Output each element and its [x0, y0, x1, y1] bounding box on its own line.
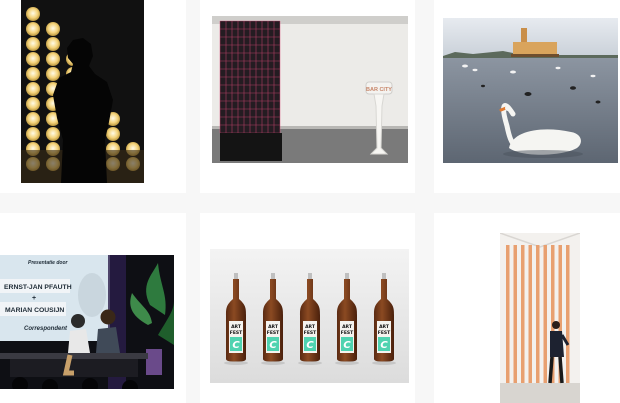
projection-slide: Presentatie door ERNST-JAN PFAUTH + MARI… [0, 255, 110, 341]
svg-text:+: + [32, 295, 36, 302]
post-card-2[interactable]: BAR CITY [200, 0, 415, 193]
post-image-silhouette[interactable] [21, 0, 144, 183]
svg-text:ERNST-JAN PFAUTH: ERNST-JAN PFAUTH [4, 284, 72, 291]
post-image-stage[interactable]: Presentatie door ERNST-JAN PFAUTH + MARI… [0, 255, 174, 389]
svg-text:FEST: FEST [304, 330, 317, 336]
svg-text:C: C [306, 340, 314, 351]
post-image-bottles[interactable]: ART FEST C ART FEST C ART FEST C ART FEST C ART FEST C [210, 249, 409, 383]
svg-text:FEST: FEST [230, 330, 243, 336]
svg-text:FEST: FEST [341, 330, 354, 336]
svg-text:C: C [269, 340, 277, 351]
svg-text:C: C [380, 340, 388, 351]
svg-text:ART: ART [231, 324, 242, 330]
svg-text:Presentatie door: Presentatie door [28, 260, 69, 266]
post-image-striped-room[interactable] [500, 233, 580, 403]
post-image-gallery[interactable]: BAR CITY [212, 16, 408, 163]
post-card-4[interactable]: Presentatie door ERNST-JAN PFAUTH + MARI… [0, 213, 186, 403]
post-card-1[interactable] [0, 0, 186, 193]
svg-text:FEST: FEST [267, 330, 280, 336]
svg-text:C: C [232, 340, 240, 351]
svg-text:ART: ART [379, 324, 390, 330]
svg-text:ART: ART [342, 324, 353, 330]
svg-text:FEST: FEST [378, 330, 391, 336]
svg-text:MARIAN COUSIJN: MARIAN COUSIJN [5, 307, 64, 314]
lamp-text: BAR CITY [366, 87, 392, 93]
post-card-5[interactable]: ART FEST C ART FEST C ART FEST C ART FEST C ART FEST C [200, 213, 415, 403]
svg-text:ART: ART [268, 324, 279, 330]
svg-text:ART: ART [305, 324, 316, 330]
post-card-3[interactable] [434, 0, 620, 193]
post-image-swan[interactable] [443, 18, 618, 163]
svg-text:Correspondent: Correspondent [24, 326, 68, 332]
post-card-6[interactable] [434, 213, 620, 403]
wire-sculpture [219, 20, 282, 161]
svg-text:C: C [343, 340, 351, 351]
